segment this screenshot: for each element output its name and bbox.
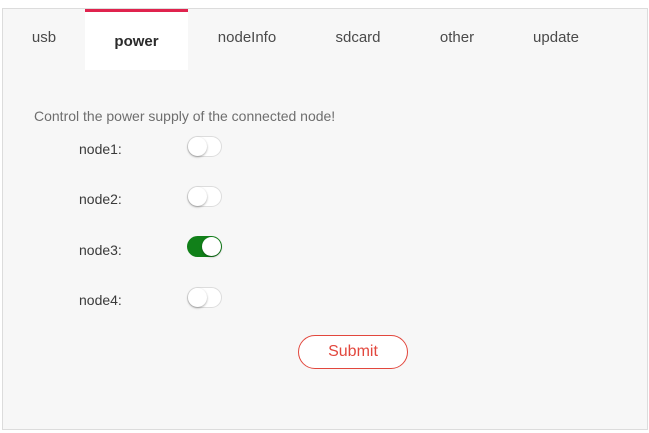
tab-other[interactable]: other bbox=[410, 9, 504, 69]
node4-label: node4: bbox=[79, 292, 122, 308]
submit-button[interactable]: Submit bbox=[298, 335, 408, 369]
node1-power-toggle[interactable] bbox=[187, 136, 222, 157]
node4-power-toggle[interactable] bbox=[187, 287, 222, 308]
tab-usb[interactable]: usb bbox=[3, 9, 85, 69]
tab-bar: usb power nodeInfo sdcard other update bbox=[3, 9, 647, 70]
tab-nodeinfo[interactable]: nodeInfo bbox=[188, 9, 306, 69]
toggle-knob bbox=[188, 288, 207, 307]
toggle-knob bbox=[188, 137, 207, 156]
settings-panel: usb power nodeInfo sdcard other update C… bbox=[2, 8, 648, 430]
node2-power-toggle[interactable] bbox=[187, 186, 222, 207]
tab-power[interactable]: power bbox=[85, 9, 188, 70]
power-description: Control the power supply of the connecte… bbox=[34, 108, 336, 124]
node3-power-toggle[interactable] bbox=[187, 236, 222, 257]
node1-label: node1: bbox=[79, 141, 122, 157]
node2-label: node2: bbox=[79, 191, 122, 207]
tab-sdcard[interactable]: sdcard bbox=[306, 9, 410, 69]
toggle-knob bbox=[188, 187, 207, 206]
node3-label: node3: bbox=[79, 242, 122, 258]
tab-update[interactable]: update bbox=[504, 9, 608, 69]
toggle-knob bbox=[202, 237, 221, 256]
